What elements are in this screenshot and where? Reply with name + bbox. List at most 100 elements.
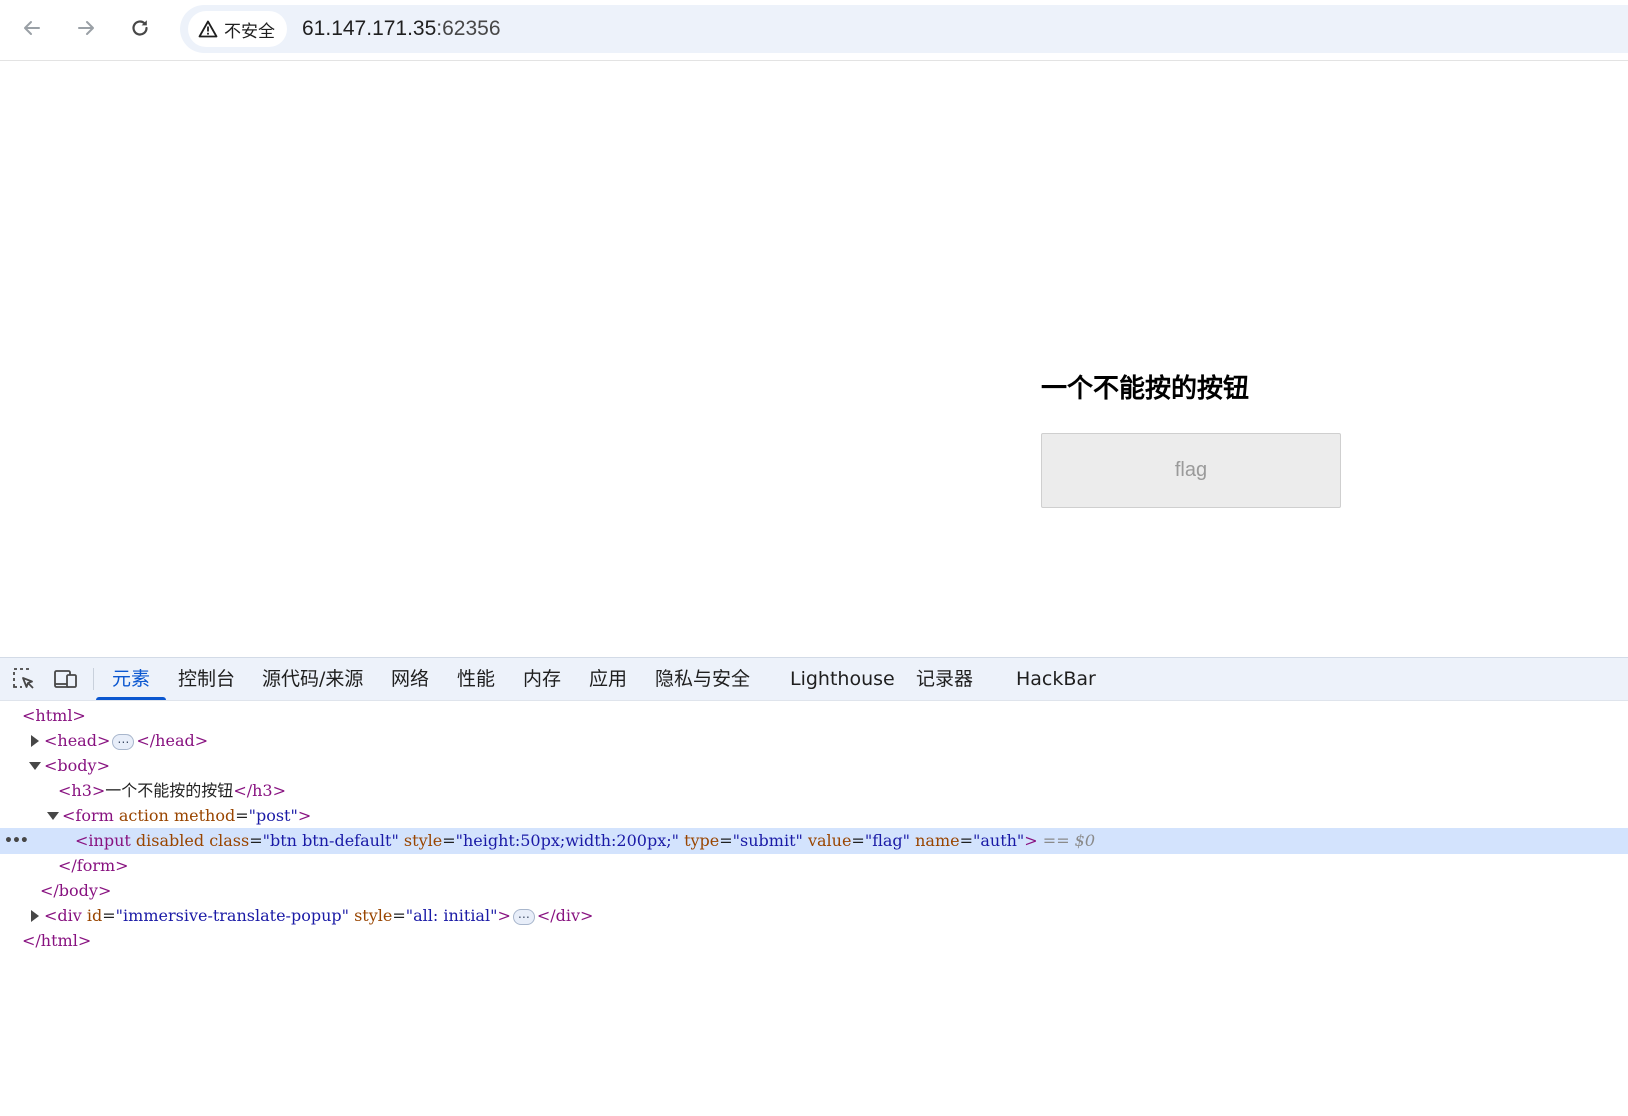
div-open-tag-end: > bbox=[497, 906, 511, 925]
url-host: 61.147.171.35 bbox=[302, 17, 437, 40]
equals-sign: = bbox=[719, 831, 733, 850]
inspect-element-button[interactable] bbox=[11, 667, 37, 691]
security-label: 不安全 bbox=[224, 21, 275, 42]
dom-node-body-close[interactable]: </body> bbox=[0, 878, 1628, 904]
dom-tree: <html> <head>… </head> <body> <h3>一个不能按的按… bbox=[0, 700, 1628, 1116]
reload-icon bbox=[132, 20, 148, 36]
head-close-tag: </head> bbox=[136, 731, 209, 750]
browser-toolbar: 不安全 61.147.171.35:62356 bbox=[0, 0, 1628, 61]
form-node-content: <form action method="post"> bbox=[62, 803, 311, 829]
h3-node-content: <h3>一个不能按的按钮</h3> bbox=[58, 778, 286, 804]
security-indicator[interactable]: 不安全 bbox=[188, 11, 287, 47]
form-attr-method-value: "post" bbox=[248, 806, 298, 825]
equals-sign: = bbox=[851, 831, 865, 850]
div-close-tag: </div> bbox=[536, 906, 594, 925]
arrow-right-icon bbox=[78, 21, 94, 35]
div-node-content: <div id="immersive-translate-popup" styl… bbox=[44, 903, 593, 929]
tab-application[interactable]: 应用 bbox=[589, 658, 627, 700]
input-attr-style-value: "height:50px;width:200px;" bbox=[455, 831, 679, 850]
div-attr-id: id bbox=[86, 906, 103, 925]
tab-elements[interactable]: 元素 bbox=[95, 658, 167, 700]
input-tag-end: > bbox=[1024, 831, 1038, 850]
tab-privacy-security[interactable]: 隐私与安全 bbox=[655, 658, 750, 700]
reload-button[interactable] bbox=[122, 10, 158, 46]
tab-network[interactable]: 网络 bbox=[391, 658, 429, 700]
html-open-tag: <html> bbox=[22, 706, 86, 725]
input-node-content: <input disabled class="btn btn-default" … bbox=[75, 828, 1095, 854]
div-attr-style: style bbox=[354, 906, 393, 925]
head-open-tag: <head> bbox=[44, 731, 111, 750]
dom-node-head[interactable]: <head>… </head> bbox=[0, 728, 1628, 754]
head-node-content: <head>… </head> bbox=[44, 728, 208, 754]
form-close-tag: </form> bbox=[58, 856, 129, 875]
arrow-left-icon bbox=[24, 21, 40, 35]
select-element-icon bbox=[13, 668, 34, 689]
tab-recorder[interactable]: 记录器 bbox=[916, 658, 973, 700]
tab-console[interactable]: 控制台 bbox=[178, 658, 235, 700]
device-toolbar-button[interactable] bbox=[53, 667, 79, 691]
equals-sign: = bbox=[392, 906, 406, 925]
form-open-tag: <form bbox=[62, 806, 114, 825]
more-options-icon[interactable]: ••• bbox=[4, 828, 29, 854]
dom-node-html[interactable]: <html> bbox=[0, 703, 1628, 729]
address-bar[interactable]: 不安全 61.147.171.35:62356 bbox=[180, 5, 1628, 53]
dom-node-input-selected[interactable]: ••• <input disabled class="btn btn-defau… bbox=[0, 828, 1628, 854]
body-open-tag: <body> bbox=[44, 756, 110, 775]
equals-sign: = bbox=[235, 806, 249, 825]
toolbar-divider bbox=[93, 668, 94, 690]
input-attr-type-value: "submit" bbox=[732, 831, 803, 850]
back-button[interactable] bbox=[14, 10, 50, 46]
dom-node-html-close[interactable]: </html> bbox=[0, 928, 1628, 954]
flag-button[interactable]: flag bbox=[1041, 433, 1341, 508]
h3-close-tag: </h3> bbox=[233, 781, 286, 800]
input-attr-class-value: "btn btn-default" bbox=[262, 831, 399, 850]
expand-triangle-icon[interactable] bbox=[31, 735, 39, 747]
dom-node-form-close[interactable]: </form> bbox=[0, 853, 1628, 879]
url-port: :62356 bbox=[436, 17, 501, 40]
input-attr-disabled: disabled bbox=[135, 831, 205, 850]
input-attr-name: name bbox=[915, 831, 960, 850]
html-close-tag: </html> bbox=[22, 931, 92, 950]
h3-text: 一个不能按的按钮 bbox=[105, 781, 234, 800]
equals-sign: = bbox=[959, 831, 973, 850]
forward-button[interactable] bbox=[68, 10, 104, 46]
h3-open-tag: <h3> bbox=[58, 781, 106, 800]
div-attr-style-value: "all: initial" bbox=[405, 906, 498, 925]
page-heading: 一个不能按的按钮 bbox=[1041, 374, 1250, 404]
tab-hackbar[interactable]: HackBar bbox=[1016, 658, 1096, 700]
div-attr-id-value: "immersive-translate-popup" bbox=[115, 906, 349, 925]
form-attr-method: method bbox=[173, 806, 236, 825]
tab-memory[interactable]: 内存 bbox=[523, 658, 561, 700]
input-open-tag: <input bbox=[75, 831, 131, 850]
input-attr-name-value: "auth" bbox=[972, 831, 1025, 850]
input-attr-style: style bbox=[403, 831, 443, 850]
equals-sign: = bbox=[249, 831, 263, 850]
ellipsis-badge[interactable]: … bbox=[512, 908, 535, 925]
div-open-tag: <div bbox=[44, 906, 82, 925]
device-mode-icon bbox=[54, 670, 77, 688]
tab-sources[interactable]: 源代码/来源 bbox=[262, 658, 363, 700]
dom-node-body[interactable]: <body> bbox=[0, 753, 1628, 779]
dom-node-form[interactable]: <form action method="post"> bbox=[0, 803, 1628, 829]
warning-icon bbox=[198, 20, 218, 38]
form-open-tag-end: > bbox=[297, 806, 312, 825]
input-attr-type: type bbox=[684, 831, 720, 850]
tab-lighthouse[interactable]: Lighthouse bbox=[790, 658, 895, 700]
equals-sign: = bbox=[102, 906, 116, 925]
ellipsis-badge[interactable]: … bbox=[112, 733, 135, 750]
form-attr-action: action bbox=[118, 806, 169, 825]
selected-node-marker: == $0 bbox=[1042, 831, 1096, 850]
input-attr-class: class bbox=[209, 831, 250, 850]
expand-triangle-icon[interactable] bbox=[31, 910, 39, 922]
dom-node-h3[interactable]: <h3>一个不能按的按钮</h3> bbox=[0, 778, 1628, 804]
devtools-tabbar: 元素 控制台 源代码/来源 网络 性能 内存 应用 隐私与安全 Lighthou… bbox=[0, 657, 1628, 701]
url-text[interactable]: 61.147.171.35:62356 bbox=[302, 5, 501, 53]
body-close-tag: </body> bbox=[40, 881, 112, 900]
dom-node-div-popup[interactable]: <div id="immersive-translate-popup" styl… bbox=[0, 903, 1628, 929]
tab-performance[interactable]: 性能 bbox=[457, 658, 495, 700]
equals-sign: = bbox=[442, 831, 456, 850]
collapse-triangle-icon[interactable] bbox=[29, 762, 41, 770]
input-attr-value-value: "flag" bbox=[864, 831, 910, 850]
collapse-triangle-icon[interactable] bbox=[47, 812, 59, 820]
input-attr-value: value bbox=[807, 831, 852, 850]
